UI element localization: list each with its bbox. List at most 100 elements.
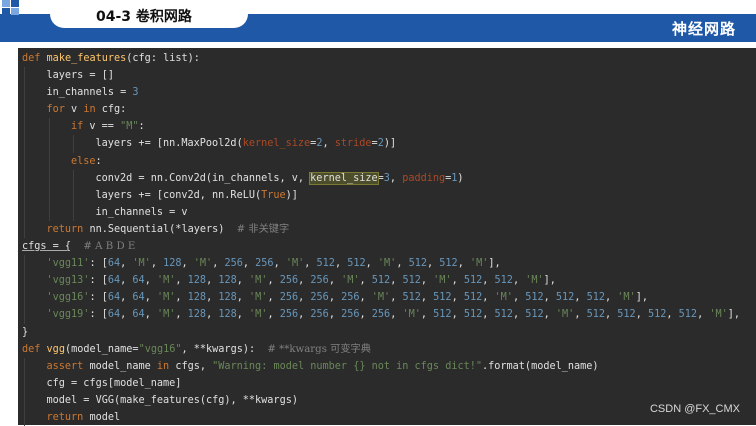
- code-line: 'vgg19': [64, 64, 'M', 128, 128, 'M', 25…: [18, 306, 756, 324]
- code-line: assert model_name in cfgs, "Warning: mod…: [18, 357, 756, 375]
- code-token: 'M': [709, 309, 728, 321]
- code-token: 512: [371, 275, 391, 287]
- code-token: cfgs,: [175, 360, 213, 372]
- code-line: model = VGG(make_features(cfg), **kwargs…: [18, 391, 756, 409]
- code-token: ,: [635, 309, 648, 321]
- code-token: layers = []: [46, 70, 114, 82]
- code-token: ,: [175, 275, 188, 287]
- code-token: nn.Sequential(*layers): [89, 223, 237, 235]
- code-token: ,: [605, 292, 618, 304]
- code-token: ,: [328, 275, 342, 287]
- code-token: ,: [543, 292, 556, 304]
- code-line: conv2d = nn.Conv2d(in_channels, v, kerne…: [18, 169, 756, 187]
- code-token: stride: [334, 138, 372, 150]
- code-token: # A B D E: [83, 241, 136, 253]
- code-token: ,: [543, 309, 556, 321]
- code-token: if: [71, 121, 90, 133]
- code-token: ,: [457, 258, 470, 270]
- code-line: layers = []: [18, 67, 756, 85]
- code-token: in_channels =: [46, 87, 133, 99]
- code-token: 64: [107, 258, 121, 270]
- code-token: (cfg: list):: [126, 53, 200, 64]
- code-token: padding: [402, 172, 446, 184]
- code-token: 'M': [249, 292, 268, 304]
- code-token: ): [457, 172, 464, 184]
- code-token: layers += [nn.MaxPool2d(: [95, 138, 243, 150]
- code-token: ,: [427, 258, 440, 270]
- code-token: ,: [267, 292, 280, 304]
- code-token: ,: [390, 292, 403, 304]
- code-token: ,: [212, 258, 225, 270]
- code-token: 512: [555, 292, 575, 304]
- code-token: ],: [635, 292, 648, 304]
- code-token: 64: [107, 292, 121, 304]
- code-token: 'M': [156, 309, 176, 321]
- code-token: ,: [120, 292, 133, 304]
- code-token: make_features: [46, 53, 127, 64]
- code-token: ,: [512, 275, 526, 287]
- code-token: 512: [494, 275, 513, 287]
- code-token: ,: [328, 309, 342, 321]
- code-token: "vgg16": [138, 343, 182, 355]
- code-token: :: [138, 121, 145, 133]
- code-token: model_name: [89, 360, 157, 372]
- code-token: ,: [390, 309, 403, 321]
- code-token: 'M': [156, 275, 176, 287]
- code-token: 64: [132, 309, 145, 321]
- code-token: ,: [396, 258, 409, 270]
- code-token: ,: [451, 292, 464, 304]
- code-token: # **kwargs 可变字典: [267, 343, 371, 355]
- code-line: 'vgg11': [64, 'M', 128, 'M', 256, 256, '…: [18, 255, 756, 273]
- code-token: 'M': [193, 258, 213, 270]
- code-token: 512: [463, 309, 483, 321]
- code-token: ,: [120, 309, 133, 321]
- code-token: return: [46, 411, 90, 423]
- code-token: 512: [433, 292, 452, 304]
- code-token: ,: [482, 292, 495, 304]
- code-token: :: [95, 155, 102, 167]
- code-token: 256: [310, 309, 329, 321]
- code-token: 512: [408, 258, 427, 270]
- code-token: 128: [218, 309, 237, 321]
- code-token: ,: [181, 258, 194, 270]
- code-token: ,: [420, 275, 434, 287]
- code-token: 512: [439, 258, 458, 270]
- code-token: 'M': [132, 258, 151, 270]
- code-token: 'M': [433, 275, 452, 287]
- code-token: ,: [304, 258, 317, 270]
- code-token: # 非关键字: [236, 223, 290, 235]
- code-token: ,: [365, 258, 378, 270]
- code-editor: def make_features(cfg: list): layers = []…: [18, 48, 756, 426]
- code-line: return model: [18, 408, 756, 426]
- code-token: 256: [310, 275, 329, 287]
- code-token: ,: [697, 309, 710, 321]
- code-token: 256: [224, 258, 243, 270]
- code-token: ,: [298, 292, 311, 304]
- code-token: : [: [89, 292, 108, 304]
- code-token: 'vgg19': [46, 309, 90, 321]
- code-token: )]: [285, 189, 298, 201]
- code-token: ],: [727, 309, 741, 321]
- code-token: : [: [89, 275, 108, 287]
- code-token: 'M': [617, 292, 636, 304]
- code-token: ,: [144, 309, 157, 321]
- code-token: 'M': [156, 292, 176, 304]
- code-token: 'vgg16': [46, 292, 90, 304]
- code-token: 'M': [494, 292, 513, 304]
- code-token: ,: [298, 275, 311, 287]
- code-line: in_channels = 3: [18, 84, 756, 102]
- code-token: conv2d = nn.Conv2d(in_channels, v,: [95, 172, 311, 184]
- code-token: ,: [144, 292, 157, 304]
- code-token: ,: [328, 292, 342, 304]
- code-token: .format(model_name): [482, 360, 599, 372]
- code-token: 'M': [341, 275, 360, 287]
- code-token: 512: [402, 275, 421, 287]
- code-token: 256: [341, 292, 360, 304]
- code-token: 128: [218, 292, 237, 304]
- code-token: 512: [617, 309, 636, 321]
- code-line: def make_features(cfg: list):: [18, 50, 756, 67]
- code-token: vgg: [46, 343, 65, 355]
- code-token: ,: [298, 309, 311, 321]
- code-token: }: [22, 326, 29, 338]
- code-token: ,: [206, 309, 219, 321]
